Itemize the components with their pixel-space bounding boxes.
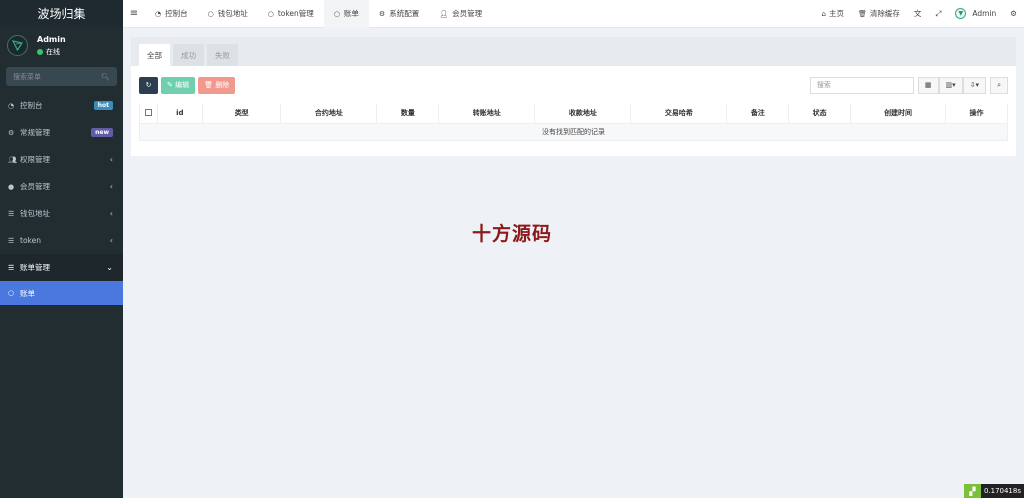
refresh-button[interactable]: ↻ <box>139 76 158 94</box>
sidebar-item-bills[interactable]: ☰ 账单管理 ⌄ <box>0 254 123 281</box>
search-icon[interactable]: 🔍︎ <box>101 73 110 81</box>
tab-wallet[interactable]: ○ 钱包地址 <box>198 0 258 28</box>
home-icon: ⌂ <box>821 9 826 18</box>
tab-bill[interactable]: ○ 账单 <box>323 0 369 28</box>
column-header[interactable]: id <box>156 104 203 124</box>
select-all-header <box>139 104 158 124</box>
sidebar-item-general[interactable]: ⚙ 常规管理 new <box>0 119 123 146</box>
logo-icon <box>11 40 23 52</box>
column-header[interactable]: 数量 <box>376 104 440 124</box>
avatar <box>7 35 28 56</box>
refresh-icon: ↻ <box>145 81 152 89</box>
export-button[interactable]: ⇩▾ <box>962 76 987 94</box>
topbar: ≡ ◔ 控制台 ○ 钱包地址 ○ token管理 ○ 账单 ⚙ 系统配置 👤︎ 会员管理 ⌂… <box>123 0 1024 28</box>
column-header[interactable]: 创建时间 <box>850 104 947 124</box>
circle-icon: ○ <box>207 9 214 18</box>
sidebar: 波场归集 Admin 在线 搜索菜单 🔍︎ ◔ 控制台 hot ⚙ 常规管理 n… <box>0 0 123 498</box>
column-header[interactable]: 备注 <box>726 104 790 124</box>
column-header[interactable]: 类型 <box>201 104 282 124</box>
edit-button[interactable]: ✎ 编辑 <box>161 76 196 94</box>
users-icon: 👥︎ <box>8 155 17 164</box>
trash-icon: 🗑︎ <box>204 81 213 89</box>
table-view-icon: ▦ <box>924 81 932 89</box>
advanced-search-button[interactable]: ⌕ <box>990 76 1008 94</box>
table-toolbar: ↻ ✎ 编辑 🗑︎ 删除 搜索 ▦ ▥▾ ⇩▾ ⌕ <box>131 66 1016 104</box>
debug-timer[interactable]: ▞ 0.170418s <box>963 484 1024 498</box>
fullscreen-icon[interactable]: ⤢ <box>928 9 948 19</box>
admin-avatar: ▼ <box>955 8 967 19</box>
search-icon: ⌕ <box>997 80 1001 89</box>
column-header[interactable]: 交易哈希 <box>630 104 728 124</box>
circle-icon: ○ <box>333 9 340 18</box>
list-icon: ☰ <box>8 236 15 245</box>
new-badge: new <box>91 128 113 137</box>
dashboard-icon: ◔ <box>155 9 162 18</box>
sidebar-item-wallet[interactable]: ☰ 钱包地址 ‹ <box>0 200 123 227</box>
toggle-view-button[interactable]: ▦ <box>917 76 939 94</box>
chevron-left-icon: ‹ <box>109 155 113 164</box>
pencil-icon: ✎ <box>167 81 173 89</box>
column-header[interactable]: 收款地址 <box>534 104 632 124</box>
tab-token[interactable]: ○ token管理 <box>258 0 324 28</box>
sidebar-subitem-bill[interactable]: ○ 账单 <box>0 281 123 305</box>
select-all-checkbox[interactable] <box>144 108 152 116</box>
column-header[interactable]: 操作 <box>945 104 1008 124</box>
translate-icon[interactable]: 文 <box>907 8 929 19</box>
tab-system-config[interactable]: ⚙ 系统配置 <box>369 0 429 28</box>
list-icon: ☰ <box>8 209 15 218</box>
settings-gear-icon[interactable]: ⚙ <box>1003 9 1024 18</box>
online-dot-icon <box>37 48 43 55</box>
circle-icon: ○ <box>267 9 274 18</box>
columns-icon: ▥▾ <box>945 81 956 89</box>
brand-title[interactable]: 波场归集 <box>0 0 123 27</box>
chevron-down-icon: ⌄ <box>106 263 113 272</box>
menu-toggle-icon[interactable]: ≡ <box>123 8 145 19</box>
tab-members[interactable]: 👤︎ 会员管理 <box>429 0 492 28</box>
tab-dashboard[interactable]: ◔ 控制台 <box>145 0 198 28</box>
chevron-left-icon: ‹ <box>109 209 113 218</box>
export-icon: ⇩▾ <box>969 81 980 89</box>
hot-badge: hot <box>93 101 113 110</box>
sidebar-item-dashboard[interactable]: ◔ 控制台 hot <box>0 92 123 119</box>
cogs-icon: ⚙ <box>8 128 15 137</box>
columns-button[interactable]: ▥▾ <box>938 76 963 94</box>
user-status: 在线 <box>37 46 66 58</box>
tab-all[interactable]: 全部 <box>139 44 170 66</box>
data-table: id 类型 合约地址 数量 转账地址 收款地址 交易哈希 备注 状态 创建时间 … <box>139 104 1008 141</box>
user-panel: Admin 在线 <box>0 27 123 64</box>
column-header[interactable]: 合约地址 <box>280 104 378 124</box>
chevron-left-icon: ‹ <box>109 182 113 191</box>
tab-failed[interactable]: 失败 <box>207 44 238 66</box>
tab-success[interactable]: 成功 <box>173 44 204 66</box>
sidebar-item-token[interactable]: ☰ token ‹ <box>0 227 123 254</box>
table-search-input[interactable]: 搜索 <box>809 76 914 94</box>
chevron-left-icon: ‹ <box>109 236 113 245</box>
menu-search-input[interactable]: 搜索菜单 🔍︎ <box>6 67 117 86</box>
delete-button[interactable]: 🗑︎ 删除 <box>198 76 236 94</box>
circle-icon: ○ <box>8 289 15 297</box>
filter-tabs: 全部 成功 失败 <box>131 37 1016 66</box>
sidebar-item-permissions[interactable]: 👥︎ 权限管理 ‹ <box>0 146 123 173</box>
sidebar-menu: ◔ 控制台 hot ⚙ 常规管理 new 👥︎ 权限管理 ‹ ● 会员管理 ‹ … <box>0 92 123 305</box>
empty-message: 没有找到匹配的记录 <box>139 122 1008 141</box>
list-icon: ☰ <box>8 263 15 272</box>
trash-icon: 🗑︎ <box>857 9 867 18</box>
admin-menu[interactable]: ▼ Admin <box>948 8 1003 19</box>
column-header[interactable]: 状态 <box>788 104 852 124</box>
home-link[interactable]: ⌂ 主页 <box>815 8 851 19</box>
content-panel: 全部 成功 失败 ↻ ✎ 编辑 🗑︎ 删除 搜索 ▦ ▥▾ ⇩▾ ⌕ id 类型… <box>131 37 1016 156</box>
sidebar-item-members[interactable]: ● 会员管理 ‹ <box>0 173 123 200</box>
column-header[interactable]: 转账地址 <box>438 104 536 124</box>
user-name: Admin <box>37 34 66 44</box>
thinkphp-logo-icon: ▞ <box>963 484 981 498</box>
gear-icon: ⚙ <box>378 9 386 18</box>
watermark-text: 十方源码 <box>472 223 553 245</box>
user-circle-icon: ● <box>8 182 15 191</box>
dashboard-icon: ◔ <box>8 101 15 110</box>
user-icon: 👤︎ <box>439 9 449 18</box>
clear-cache-button[interactable]: 🗑︎ 清除缓存 <box>851 8 907 19</box>
